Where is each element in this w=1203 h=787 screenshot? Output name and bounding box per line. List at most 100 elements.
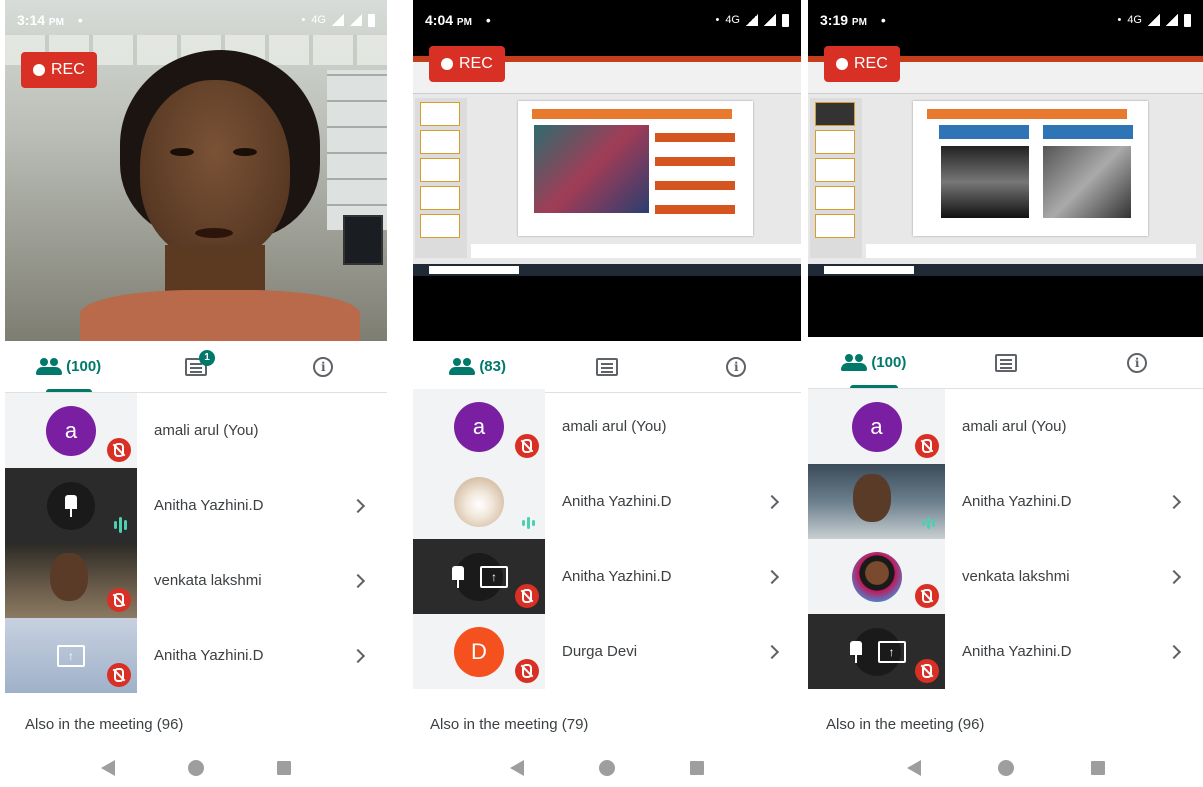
present-screen-icon: ↑ bbox=[57, 644, 85, 667]
participant-row[interactable]: Anitha Yazhini.D bbox=[5, 468, 387, 543]
mic-off-icon bbox=[515, 434, 539, 458]
status-time: 3:14 PM bbox=[17, 12, 64, 28]
back-icon[interactable] bbox=[906, 760, 921, 776]
photo-avatar bbox=[851, 551, 902, 602]
chat-icon bbox=[994, 353, 1017, 372]
status-bar: 4:04 PM • • 4G bbox=[413, 0, 801, 40]
participant-tile: ↑ bbox=[808, 614, 945, 689]
participant-name: amali arul (You) bbox=[154, 422, 259, 439]
chevron-right-icon[interactable] bbox=[764, 644, 780, 659]
signal-icon bbox=[746, 14, 758, 26]
participant-tile bbox=[808, 539, 945, 614]
recent-apps-icon[interactable] bbox=[276, 761, 291, 775]
participant-row[interactable]: Anitha Yazhini.D bbox=[808, 464, 1203, 539]
main-video-feed[interactable]: 3:19 PM • • 4G REC bbox=[808, 0, 1203, 337]
phone-screen-2: 4:04 PM • • 4G REC (83) i a amali arul (… bbox=[413, 0, 801, 787]
participant-tile: a bbox=[5, 393, 137, 468]
participant-row[interactable]: D Durga Devi bbox=[413, 614, 801, 689]
participant-row[interactable]: ↑ Anitha Yazhini.D bbox=[808, 614, 1203, 689]
network-type: 4G bbox=[1127, 14, 1142, 26]
recent-apps-icon[interactable] bbox=[1090, 761, 1105, 775]
shell-avatar bbox=[454, 476, 504, 527]
recent-apps-icon[interactable] bbox=[689, 761, 704, 775]
mic-off-icon bbox=[515, 659, 539, 683]
signal-icon bbox=[332, 14, 344, 26]
tab-info[interactable]: i bbox=[1071, 337, 1203, 388]
chevron-right-icon[interactable] bbox=[1166, 494, 1182, 509]
back-icon[interactable] bbox=[101, 760, 116, 776]
status-time: 4:04 PM bbox=[425, 12, 472, 28]
chevron-right-icon[interactable] bbox=[350, 573, 366, 588]
battery-icon bbox=[782, 13, 789, 27]
chevron-right-icon[interactable] bbox=[1166, 644, 1182, 659]
avatar: a bbox=[46, 405, 96, 456]
people-icon bbox=[36, 357, 63, 376]
participant-tile bbox=[808, 464, 945, 539]
participant-name: Anitha Yazhini.D bbox=[154, 647, 264, 664]
participant-name: venkata lakshmi bbox=[962, 568, 1070, 585]
recording-badge: REC bbox=[824, 46, 900, 82]
pin-icon[interactable] bbox=[848, 640, 864, 663]
status-bar: 3:14 PM • • 4G bbox=[5, 0, 387, 40]
tab-chat[interactable] bbox=[542, 341, 671, 392]
mic-off-icon bbox=[107, 438, 131, 462]
participant-name: amali arul (You) bbox=[962, 418, 1067, 435]
pin-icon[interactable] bbox=[450, 565, 466, 588]
participant-name: amali arul (You) bbox=[562, 418, 667, 435]
info-icon: i bbox=[1127, 352, 1148, 373]
battery-icon bbox=[1184, 13, 1191, 27]
participant-tile bbox=[413, 464, 545, 539]
main-video-feed[interactable]: 4:04 PM • • 4G REC bbox=[413, 0, 801, 341]
network-type: 4G bbox=[311, 14, 326, 26]
participant-row[interactable]: a amali arul (You) bbox=[5, 393, 387, 468]
participant-name: Anitha Yazhini.D bbox=[154, 497, 264, 514]
pin-icon[interactable] bbox=[63, 494, 79, 517]
participant-tile: D bbox=[413, 614, 545, 689]
home-icon[interactable] bbox=[187, 760, 204, 776]
phone-screen-1: 3:14 PM • • 4G REC (100) 1 i a amali aru… bbox=[5, 0, 387, 787]
participant-row[interactable]: Anitha Yazhini.D bbox=[413, 464, 801, 539]
participant-row[interactable]: venkata lakshmi bbox=[5, 543, 387, 618]
home-icon[interactable] bbox=[997, 760, 1014, 776]
chevron-right-icon[interactable] bbox=[764, 569, 780, 584]
recording-badge: REC bbox=[21, 52, 97, 88]
status-bar: 3:19 PM • • 4G bbox=[808, 0, 1203, 40]
signal-icon-2 bbox=[764, 14, 776, 26]
tab-chat[interactable] bbox=[940, 337, 1072, 388]
info-icon: i bbox=[313, 356, 334, 377]
android-nav-bar bbox=[5, 749, 387, 787]
tab-people[interactable]: (100) bbox=[5, 341, 132, 392]
mic-off-icon bbox=[107, 588, 131, 612]
tab-people[interactable]: (83) bbox=[413, 341, 542, 392]
tab-info[interactable]: i bbox=[260, 341, 387, 392]
main-video-feed[interactable]: 3:14 PM • • 4G REC bbox=[5, 0, 387, 341]
meeting-tabs: (100) i bbox=[808, 337, 1203, 389]
speaking-indicator-icon bbox=[114, 517, 127, 533]
chevron-right-icon[interactable] bbox=[350, 648, 366, 663]
back-icon[interactable] bbox=[510, 760, 525, 776]
participant-row[interactable]: venkata lakshmi bbox=[808, 539, 1203, 614]
tab-chat[interactable]: 1 bbox=[132, 341, 259, 392]
participant-row[interactable]: a amali arul (You) bbox=[413, 389, 801, 464]
signal-icon bbox=[1148, 14, 1160, 26]
tab-info[interactable]: i bbox=[672, 341, 801, 392]
speaking-indicator-icon bbox=[522, 517, 535, 529]
people-icon bbox=[841, 353, 868, 372]
home-icon[interactable] bbox=[598, 760, 615, 776]
participant-row[interactable]: ↑ Anitha Yazhini.D bbox=[5, 618, 387, 693]
avatar: a bbox=[454, 401, 504, 452]
signal-icon-2 bbox=[1166, 14, 1178, 26]
chevron-right-icon[interactable] bbox=[764, 494, 780, 509]
chat-icon bbox=[595, 357, 618, 376]
chevron-right-icon[interactable] bbox=[1166, 569, 1182, 584]
battery-icon bbox=[368, 13, 375, 27]
info-icon: i bbox=[726, 356, 747, 377]
participant-name: Anitha Yazhini.D bbox=[562, 493, 672, 510]
participant-row[interactable]: a amali arul (You) bbox=[808, 389, 1203, 464]
tab-people[interactable]: (100) bbox=[808, 337, 940, 388]
avatar: a bbox=[851, 401, 902, 452]
participant-row[interactable]: ↑ Anitha Yazhini.D bbox=[413, 539, 801, 614]
participant-tile: a bbox=[413, 389, 545, 464]
chevron-right-icon[interactable] bbox=[350, 498, 366, 513]
speaker-off-icon bbox=[515, 584, 539, 608]
